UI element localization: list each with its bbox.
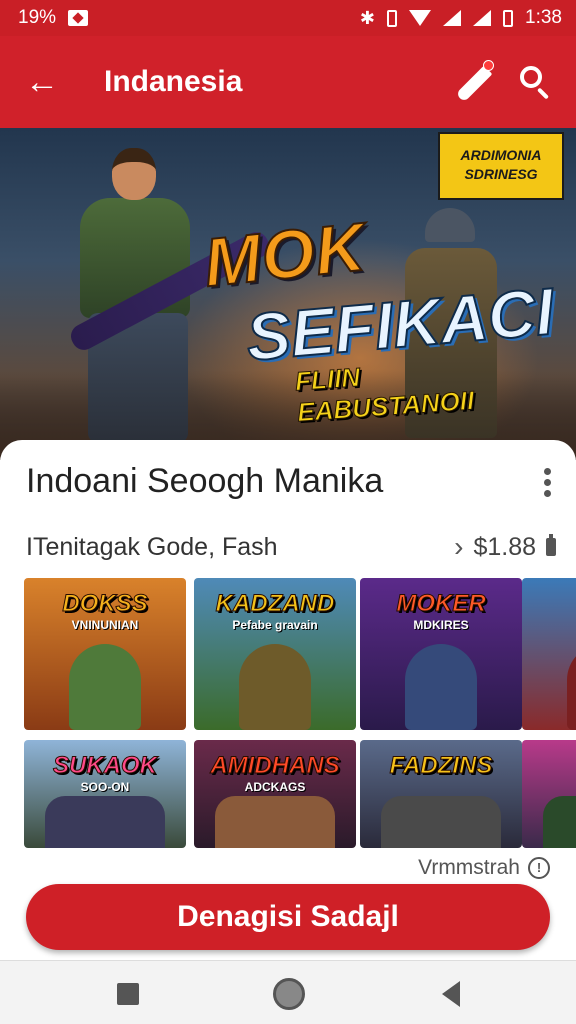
more-dot-2 <box>543 479 551 486</box>
hero-banner[interactable]: ARDIMONIA SDRINESG MOK SEFIKACI FLIIN EA… <box>0 128 576 460</box>
thumbnail-title: FADZINS <box>389 752 493 780</box>
thumbnail-subtitle: MDKIRES <box>413 618 469 632</box>
battery-icon <box>503 9 514 27</box>
footnote: Vrmmstrah ! <box>418 856 550 880</box>
thumbnail-character <box>405 644 477 730</box>
hero-badge-line1: ARDIMONIA <box>460 147 542 163</box>
recents-icon[interactable] <box>117 983 139 1005</box>
back-arrow-icon[interactable]: ← <box>20 60 64 104</box>
screenshot-gallery[interactable]: DOKSS VNINUNIAN KADZAND Pefabe gravain MOKER… <box>24 578 576 848</box>
bluetooth-icon: ✱ <box>359 7 376 28</box>
thumbnail-title: KADZAND <box>215 590 335 618</box>
primary-action-button[interactable]: Denagisi Sadajl <box>26 884 550 950</box>
chevron-right-icon: › <box>454 531 464 562</box>
signal-icon <box>443 10 462 26</box>
hero-badge-line2: SDRINESG <box>464 166 538 182</box>
thumbnail-character <box>381 796 501 848</box>
thumbnail-character <box>45 796 165 848</box>
status-battery-percent: 19% <box>18 7 57 28</box>
warrior-head <box>112 148 156 200</box>
notification-icon <box>68 10 89 26</box>
product-title: Indoani Seoogh Manika <box>26 462 384 500</box>
thumbnail-title: SUKAOK <box>52 752 157 780</box>
screenshot-thumbnail[interactable]: MOKER MDKIRES <box>360 578 522 730</box>
screenshot-thumbnail[interactable] <box>522 740 576 848</box>
pen-icon[interactable] <box>448 58 496 106</box>
thumbnail-subtitle: VNINUNIAN <box>71 618 139 632</box>
status-left: 19% <box>18 7 89 29</box>
battery-icon <box>546 534 556 556</box>
system-nav-bar <box>0 960 576 1024</box>
thumbnail-title: MOKER <box>396 590 486 618</box>
thumbnail-character <box>543 796 576 848</box>
home-icon[interactable] <box>273 978 305 1010</box>
vibrate-icon <box>387 9 398 27</box>
thumbnail-character <box>215 796 335 848</box>
product-meta-row[interactable]: ITenitagak Gode, Fash › $1.88 <box>26 530 556 564</box>
screenshot-thumbnail[interactable]: KADZAND Pefabe gravain <box>194 578 356 730</box>
soldier-helmet <box>425 208 475 242</box>
status-bar: 19% ✱ 1:38 <box>0 0 576 36</box>
page-title: Indanesia <box>104 65 243 98</box>
product-price: $1.88 <box>473 532 536 561</box>
product-sheet: Indoani Seoogh Manika ITenitagak Gode, F… <box>0 440 576 960</box>
screenshot-thumbnail[interactable]: SUKAOK SOO-ON <box>24 740 186 848</box>
thumbnail-title: DOKSS <box>62 590 148 618</box>
status-time: 1:38 <box>525 7 562 28</box>
search-lens <box>520 66 542 88</box>
more-vert-icon[interactable] <box>542 468 552 498</box>
signal-2-icon <box>473 10 492 26</box>
pen-body <box>455 65 493 103</box>
status-right: ✱ 1:38 <box>360 7 562 29</box>
more-dot-1 <box>543 468 551 475</box>
thumbnail-subtitle: ADCKAGS <box>244 780 306 794</box>
hero-badge: ARDIMONIA SDRINESG <box>438 132 564 200</box>
screenshot-thumbnail[interactable]: DOKSS VNINUNIAN <box>24 578 186 730</box>
notification-dot <box>483 60 494 71</box>
more-dot-3 <box>543 490 551 497</box>
info-icon[interactable]: ! <box>528 857 550 879</box>
thumbnail-character <box>567 644 576 730</box>
footnote-text: Vrmmstrah <box>418 856 520 879</box>
thumbnail-character <box>239 644 311 730</box>
thumbnail-title: AMIDHANS <box>210 752 340 780</box>
search-handle <box>536 87 550 100</box>
search-icon[interactable] <box>516 62 556 102</box>
screenshot-thumbnail[interactable] <box>522 578 576 730</box>
screenshot-thumbnail[interactable]: AMIDHANS ADCKAGS <box>194 740 356 848</box>
product-meta: ITenitagak Gode, Fash <box>26 532 278 561</box>
thumbnail-character <box>69 644 141 730</box>
wifi-icon <box>409 10 432 26</box>
back-icon[interactable] <box>442 981 460 1007</box>
app-bar: ← Indanesia <box>0 36 576 128</box>
screenshot-thumbnail[interactable]: FADZINS <box>360 740 522 848</box>
thumbnail-subtitle: Pefabe gravain <box>232 618 318 632</box>
thumbnail-subtitle: SOO-ON <box>80 780 130 794</box>
